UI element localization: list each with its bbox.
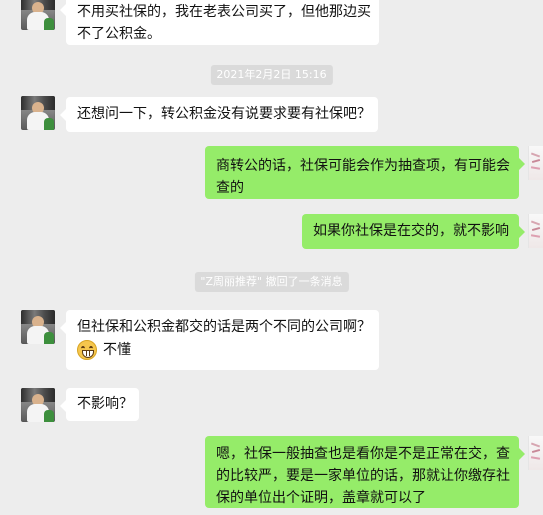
- message-line: 商转公的话，社保可能会作为抽查项，有可能会: [216, 158, 510, 174]
- message-line: 嗯，社保一般抽查也是看你是不是正常在交，查: [216, 446, 510, 462]
- emoji-caption: 不懂: [103, 342, 131, 358]
- my-avatar[interactable]: [528, 214, 543, 248]
- message-line: 不用买社保的，我在老表公司买了，但他那边买: [77, 4, 371, 20]
- timestamp: 2021年2月2日 15:16: [210, 65, 333, 85]
- my-avatar[interactable]: [528, 436, 543, 470]
- system-message: "Z周丽推荐" 撤回了一条消息: [194, 272, 349, 292]
- incoming-message-1[interactable]: 不用买社保的，我在老表公司买了，但他那边买 不了公积金。: [60, 0, 379, 45]
- message-line: 还想问一下，转公积金没有说要求要有社保吧？: [77, 106, 371, 122]
- message-line: 不了公积金。: [77, 26, 161, 42]
- message-line: 查的: [216, 180, 244, 196]
- emoji-reaction-row: 不懂: [77, 339, 369, 361]
- message-line: 的比较严，要是一家单位的话，那就让你缴存社: [216, 468, 510, 484]
- incoming-message-3[interactable]: 但社保和公积金都交的话是两个不同的公司啊？ 不懂: [60, 310, 379, 370]
- message-line: 但社保和公积金都交的话是两个不同的公司啊？: [77, 319, 371, 335]
- outgoing-message-2[interactable]: 如果你社保是在交的，就不影响: [302, 214, 525, 249]
- contact-avatar[interactable]: [21, 0, 55, 30]
- outgoing-message-3[interactable]: 嗯，社保一般抽查也是看你是不是正常在交，查 的比较严，要是一家单位的话，那就让你…: [205, 436, 525, 508]
- chat-window: 不用买社保的，我在老表公司买了，但他那边买 不了公积金。 2021年2月2日 1…: [0, 0, 543, 515]
- message-line: 如果你社保是在交的，就不影响: [313, 223, 509, 239]
- grinning-face-icon: [77, 340, 97, 360]
- contact-avatar[interactable]: [21, 310, 55, 344]
- incoming-message-4[interactable]: 不影响？: [60, 388, 139, 421]
- contact-avatar[interactable]: [21, 96, 55, 130]
- outgoing-message-1[interactable]: 商转公的话，社保可能会作为抽查项，有可能会 查的: [205, 146, 525, 199]
- incoming-message-2[interactable]: 还想问一下，转公积金没有说要求要有社保吧？: [60, 97, 378, 132]
- contact-avatar[interactable]: [21, 388, 55, 422]
- message-line: 保的单位出个证明，盖章就可以了: [216, 490, 426, 506]
- message-line: 不影响？: [77, 396, 133, 412]
- my-avatar[interactable]: [528, 146, 543, 180]
